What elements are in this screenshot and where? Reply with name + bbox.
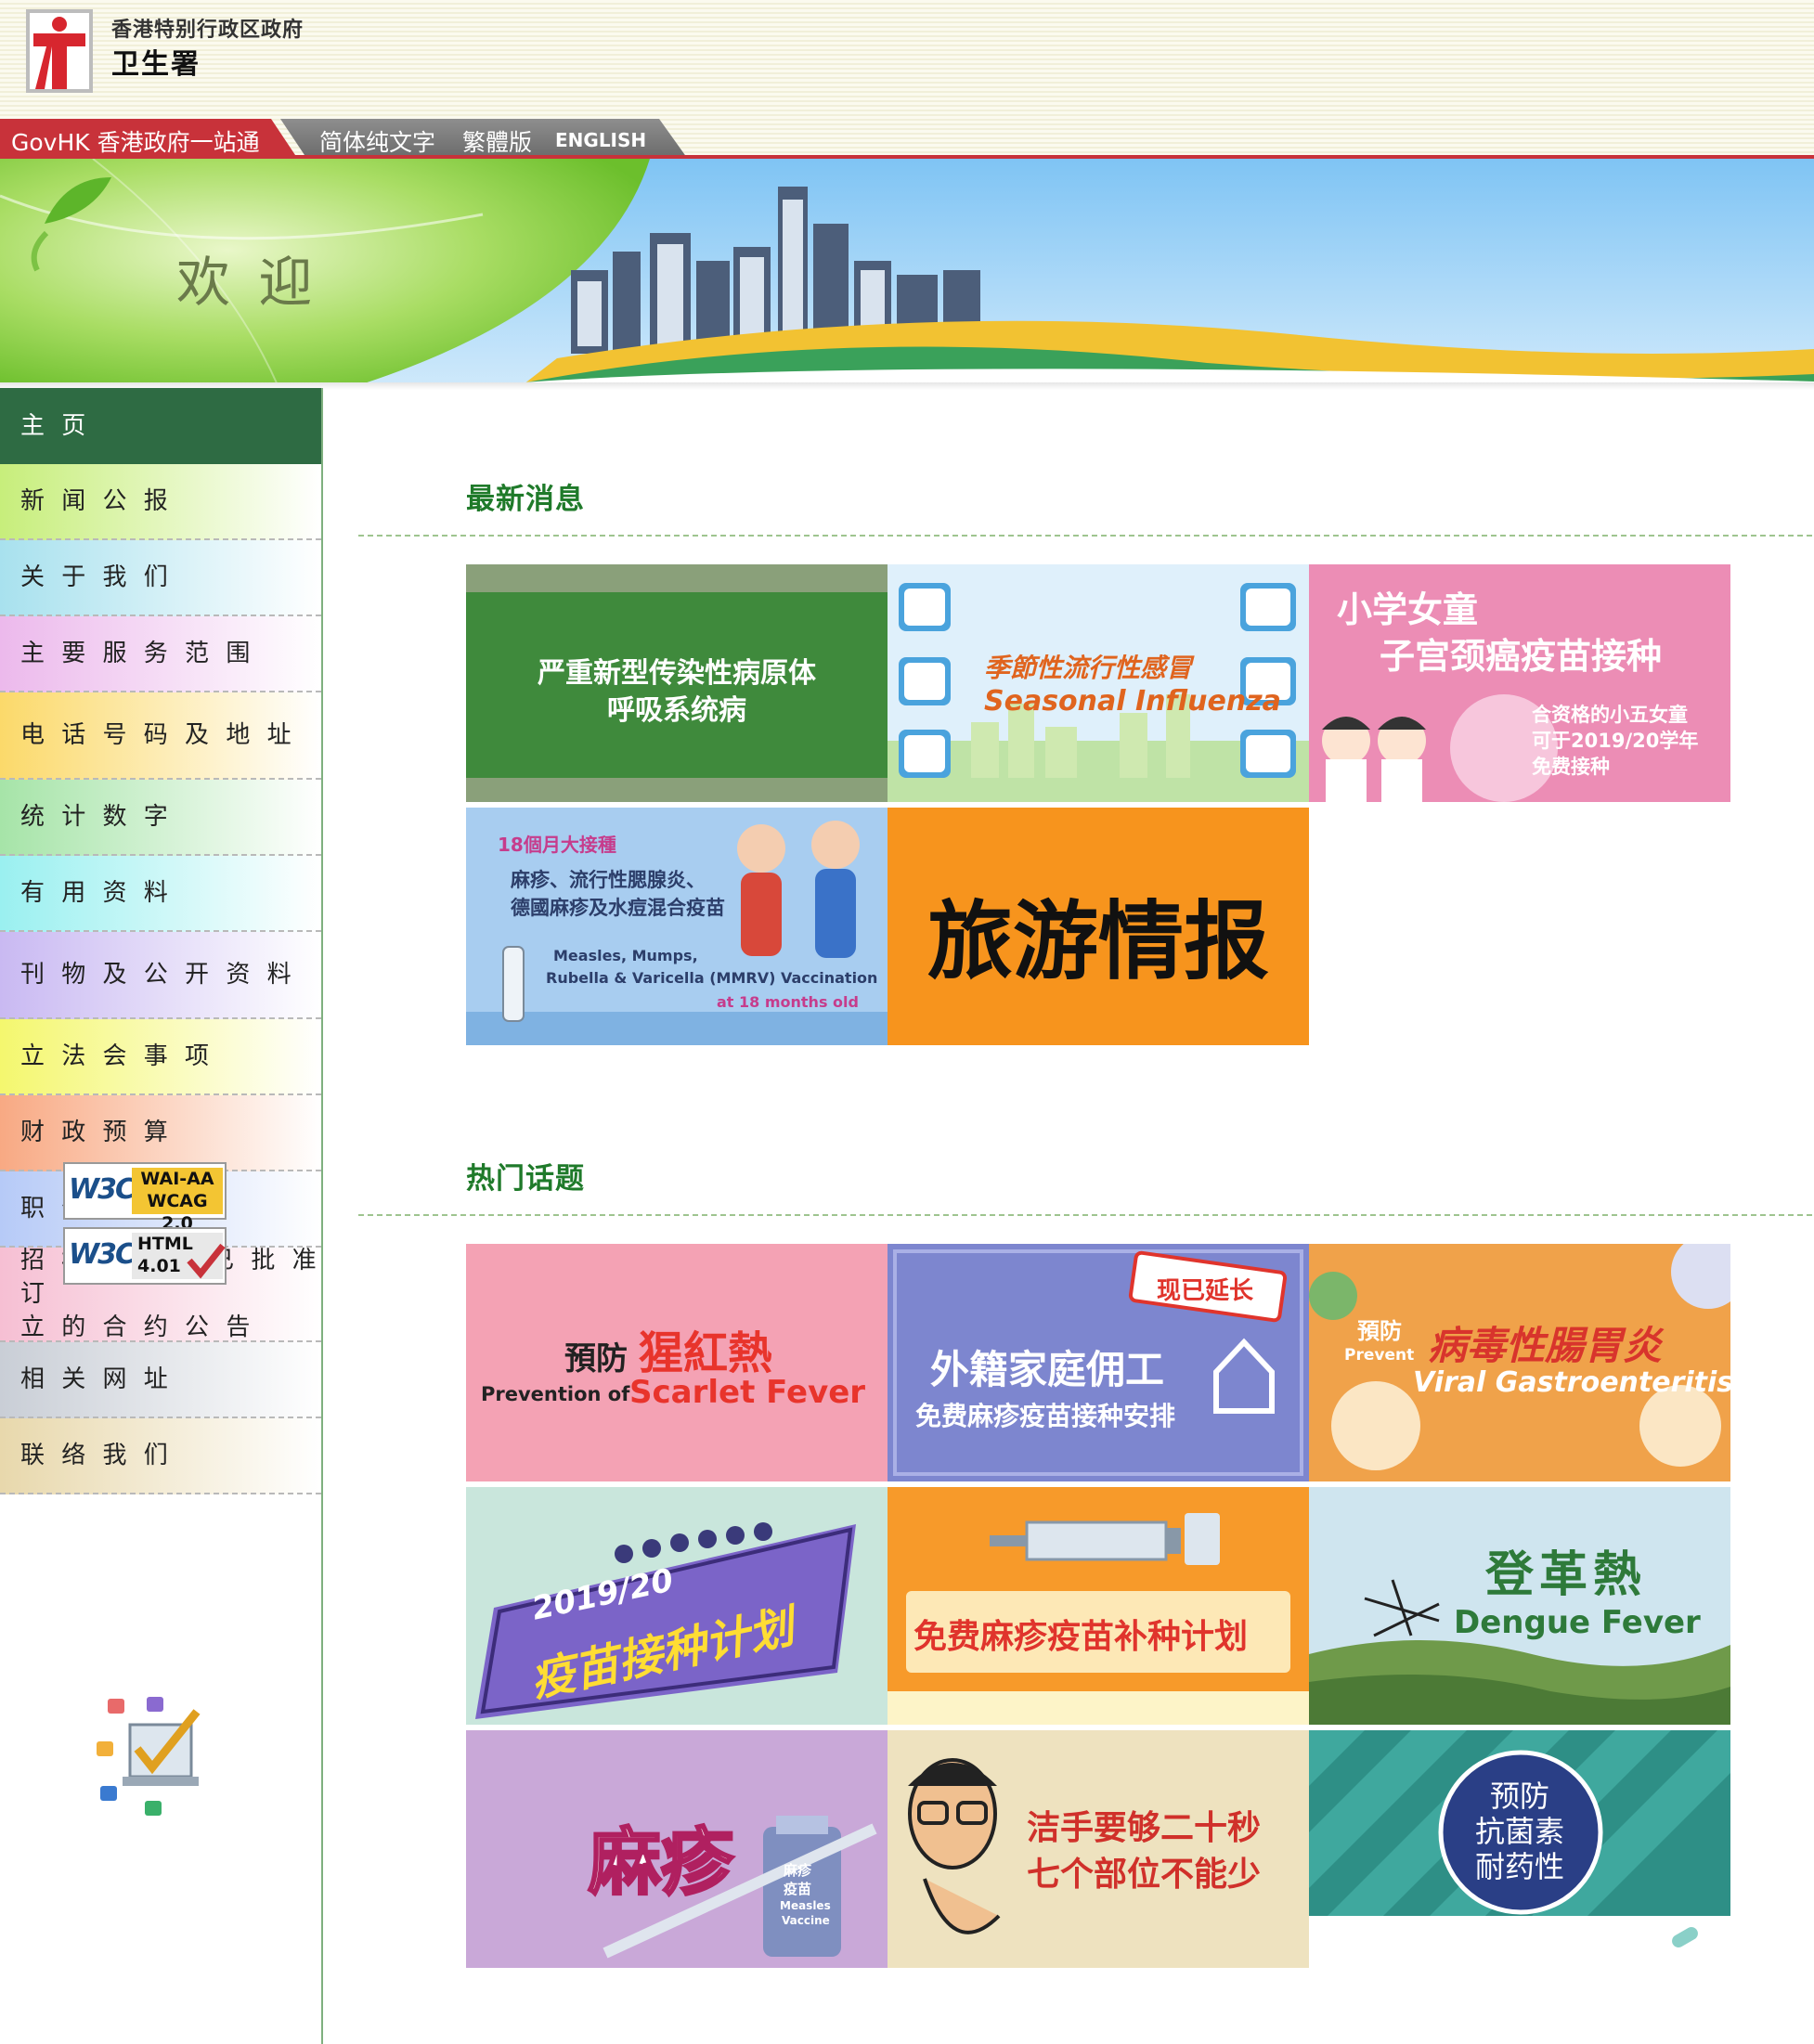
welcome-text: 欢 迎 xyxy=(176,251,318,314)
w3c-logo: W3C xyxy=(69,1173,136,1206)
government-name: 香港特别行政区政府 xyxy=(111,19,304,42)
site-header: 香港特别行政区政府 卫生署 GovHK 香港政府一站通 简体纯文字 繁體版 EN… xyxy=(0,0,1814,159)
sidebar-item-about-us[interactable]: 关 于 我 们 xyxy=(0,540,321,616)
sidebar-item-legco-matters[interactable]: 立 法 会 事 项 xyxy=(0,1019,321,1095)
topics-divider xyxy=(358,1214,1812,1216)
news-tile-mmrv-vaccination[interactable]: 18個月大接種 麻疹、流行性腮腺炎、 德國麻疹及水痘混合疫苗 Measles, … xyxy=(466,808,888,1045)
news-tile-hpv-vaccination[interactable]: 小学女童 子宫颈癌疫苗接种 合资格的小五女童 可于2019/20学年 免费接种 xyxy=(1309,564,1730,802)
topics-section-title: 热门话题 xyxy=(466,1162,585,1196)
topic-tile-antimicrobial-resistance[interactable]: 预防 抗菌素 耐药性 xyxy=(1309,1730,1730,1968)
sidebar-item-budget[interactable]: 财 政 预 算 xyxy=(0,1095,321,1171)
news-tile-seasonal-influenza[interactable]: 季節性流行性感冒 Seasonal Influenza xyxy=(888,564,1309,802)
sidebar-item-home[interactable]: 主 页 xyxy=(0,388,321,464)
traditional-chinese-link[interactable]: 繁體版 xyxy=(462,124,532,158)
topic-tile-hand-hygiene[interactable]: 洁手要够二十秒 七个部位不能少 xyxy=(888,1730,1309,1968)
w3c-logo: W3C xyxy=(69,1238,136,1271)
english-link[interactable]: ENGLISH xyxy=(555,129,646,151)
sidebar-item-telephone-address[interactable]: 电 话 号 码 及 地 址 xyxy=(0,692,321,780)
department-name: 卫生署 xyxy=(111,48,201,81)
topic-tile-vaccination-programme[interactable]: 2019/20 疫苗接种计划 xyxy=(466,1487,888,1725)
sidebar-item-press-releases[interactable]: 新 闻 公 报 xyxy=(0,464,321,540)
sidebar-item-statistics[interactable]: 统 计 数 字 xyxy=(0,780,321,856)
topic-tile-viral-gastroenteritis[interactable]: 預防 Prevent 病毒性腸胃炎 Viral Gastroenteritis xyxy=(1309,1244,1730,1481)
topic-tile-fdh-measles-vaccination[interactable]: 现已延长 外籍家庭佣工 免费麻疹疫苗接种安排 xyxy=(888,1244,1309,1481)
html401-badge[interactable]: W3C HTML 4.01 xyxy=(63,1227,227,1285)
topic-tile-measles[interactable]: 麻疹 麻疹 疫苗 Measles Vaccine xyxy=(466,1730,888,1968)
sidebar-item-publications[interactable]: 刊 物 及 公 开 资 料 xyxy=(0,932,321,1019)
news-divider xyxy=(358,535,1812,537)
sidebar-item-major-services[interactable]: 主 要 服 务 范 围 xyxy=(0,616,321,692)
sidebar-item-useful-information[interactable]: 有 用 资 料 xyxy=(0,856,321,932)
accessibility-checklist-icon xyxy=(97,1697,201,1816)
topic-tile-measles-catchup[interactable]: 免费麻疹疫苗补种计划 xyxy=(888,1487,1309,1725)
welcome-banner: 欢 迎 xyxy=(0,159,1814,387)
sidebar-item-related-links[interactable]: 相 关 网 址 xyxy=(0,1342,321,1418)
department-of-health-logo-icon[interactable] xyxy=(26,9,93,93)
topic-tile-scarlet-fever[interactable]: 預防 猩紅熱 Prevention of Scarlet Fever xyxy=(466,1244,888,1481)
topic-tile-dengue-fever[interactable]: 登革熱 Dengue Fever xyxy=(1309,1487,1730,1725)
language-bar: GovHK 香港政府一站通 简体纯文字 繁體版 ENGLISH xyxy=(0,119,687,158)
checkmark-icon xyxy=(187,1243,226,1279)
sidebar-item-contact-us[interactable]: 联 络 我 们 xyxy=(0,1418,321,1494)
news-section-title: 最新消息 xyxy=(466,483,585,516)
wcag-badge[interactable]: W3C WAI-AA WCAG 2.0 xyxy=(63,1162,227,1234)
news-tile-respiratory-disease[interactable]: 严重新型传染性病原体 呼吸系统病 xyxy=(466,564,888,802)
language-switcher: 简体纯文字 繁體版 ENGLISH xyxy=(280,119,687,158)
text-only-link[interactable]: 简体纯文字 xyxy=(319,124,435,158)
govhk-label: GovHK 香港政府一站通 xyxy=(11,129,260,156)
govhk-link[interactable]: GovHK 香港政府一站通 xyxy=(0,119,297,158)
news-tile-travel-health[interactable]: 旅游情报 xyxy=(888,808,1309,1045)
